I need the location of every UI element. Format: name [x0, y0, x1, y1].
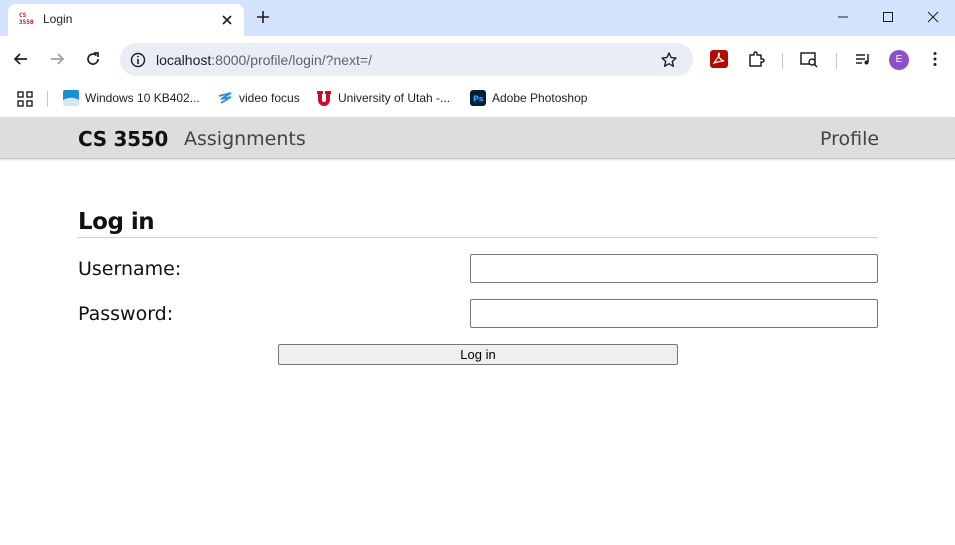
back-icon[interactable] [11, 49, 31, 69]
bookmark-university-of-utah[interactable]: University of Utah -... [316, 89, 456, 109]
password-field[interactable] [470, 299, 878, 328]
close-tab-icon[interactable] [218, 11, 236, 29]
tab-title: Login [43, 12, 73, 26]
windows-icon [63, 90, 79, 106]
address-bar[interactable]: localhost:8000/profile/login/?next=/ [120, 43, 693, 76]
site-navbar: CS 3550 Assignments Profile [0, 117, 955, 159]
bookmarks-bar: Windows 10 KB402... video focus Universi… [0, 82, 955, 117]
bookmarks-divider [47, 91, 48, 107]
profile-avatar[interactable]: E [889, 50, 909, 70]
bookmark-label: University of Utah -... [338, 91, 451, 105]
url-text[interactable]: localhost:8000/profile/login/?next=/ [156, 52, 372, 68]
bookmark-label: Adobe Photoshop [492, 91, 588, 105]
bookmark-star-icon[interactable] [659, 50, 679, 70]
bookmark-video-focus[interactable]: video focus [217, 89, 307, 109]
media-controls-icon[interactable] [853, 49, 873, 69]
cs3550-favicon-icon: CS 3550 [19, 12, 34, 26]
site-brand[interactable]: CS 3550 [78, 127, 168, 151]
photoshop-icon: Ps [470, 90, 486, 106]
page-title: Log in [78, 209, 155, 235]
close-window-button[interactable] [910, 4, 955, 30]
new-tab-icon[interactable] [254, 8, 272, 26]
toolbar-divider [836, 53, 837, 69]
password-label: Password: [78, 303, 174, 325]
nav-profile-link[interactable]: Profile [820, 128, 879, 150]
adobe-acrobat-extension-icon[interactable] [709, 49, 729, 69]
url-path: :8000/profile/login/?next=/ [211, 52, 372, 68]
nav-assignments-link[interactable]: Assignments [184, 128, 306, 150]
more-menu-icon[interactable] [925, 49, 945, 69]
forward-icon[interactable] [47, 49, 67, 69]
svg-text:Ps: Ps [473, 95, 484, 104]
video-focus-icon [218, 92, 232, 104]
bookmark-windows-10[interactable]: Windows 10 KB402... [63, 89, 203, 109]
toolbar-divider [782, 53, 783, 69]
maximize-button[interactable] [865, 4, 911, 30]
apps-grid-icon[interactable] [16, 90, 34, 108]
browser-toolbar: localhost:8000/profile/login/?next=/ E [0, 36, 955, 82]
extensions-puzzle-icon[interactable] [746, 49, 766, 69]
minimize-icon [838, 16, 848, 18]
maximize-icon [883, 12, 893, 22]
page-content: CS 3550 Assignments Profile Log in Usern… [0, 117, 955, 545]
close-icon [927, 11, 939, 23]
username-field[interactable] [470, 254, 878, 283]
bookmark-label: video focus [239, 91, 300, 105]
bookmark-label: Windows 10 KB402... [85, 91, 200, 105]
heading-divider [78, 237, 878, 238]
reload-icon[interactable] [83, 49, 103, 69]
url-host: localhost [156, 52, 212, 68]
utah-u-icon [317, 91, 331, 106]
login-submit-button[interactable]: Log in [278, 344, 678, 365]
site-info-icon[interactable] [128, 50, 148, 70]
browser-tab[interactable]: CS 3550 Login [8, 4, 244, 36]
minimize-button[interactable] [820, 4, 866, 30]
bookmark-adobe-photoshop[interactable]: Ps Adobe Photoshop [470, 89, 595, 109]
title-bar: CS 3550 Login [0, 0, 955, 36]
tab-search-icon[interactable] [799, 49, 819, 69]
username-label: Username: [78, 258, 182, 280]
